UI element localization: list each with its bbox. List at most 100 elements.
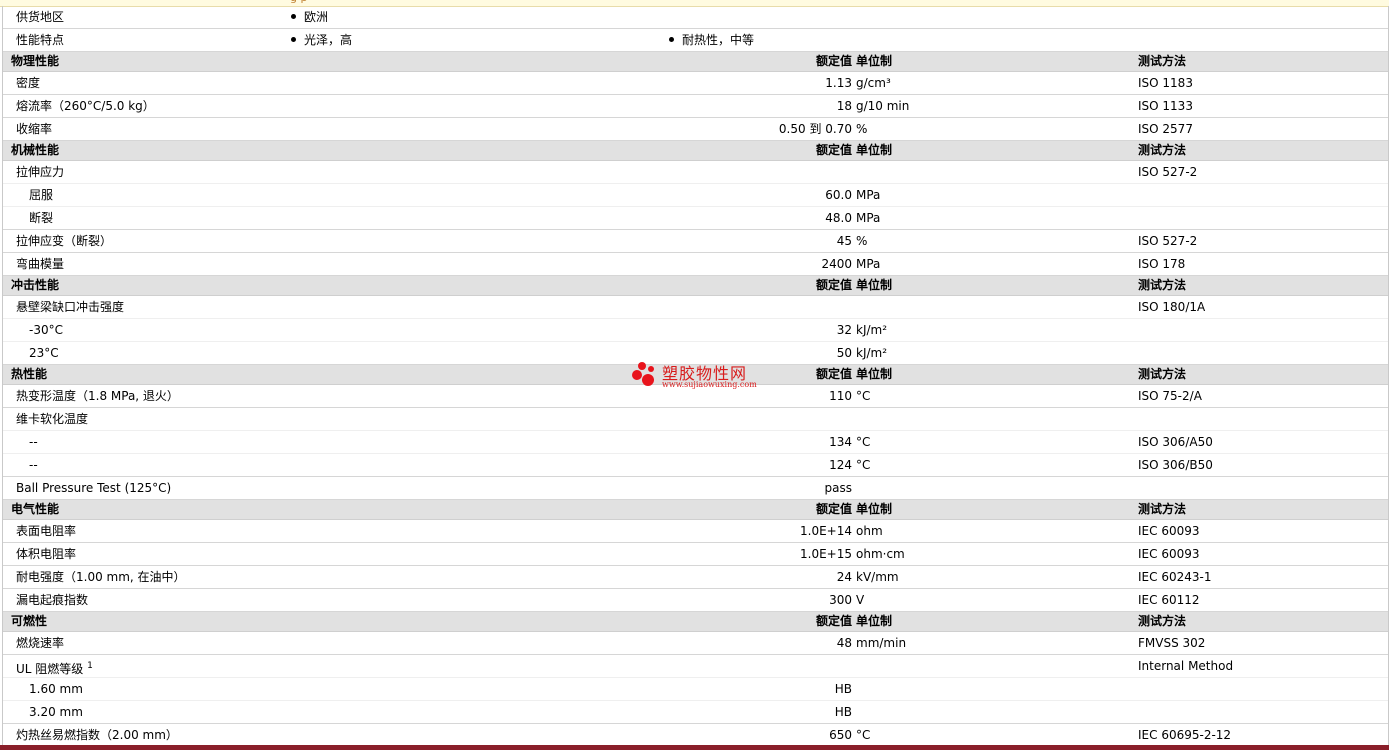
property-name: 表面电阻率 [16, 524, 77, 538]
property-unit: °C [856, 435, 871, 449]
header-unit: 单位制 [856, 278, 893, 292]
property-name: 热变形温度（1.8 MPa, 退火） [16, 389, 179, 403]
property-test: Internal Method [1138, 659, 1234, 673]
supply-region-label: 供货地区 [16, 10, 65, 24]
watermark-logo: 塑胶物性网 www.sujiaowuxing.com [632, 360, 762, 394]
section-header-flammability: 可燃性 额定值 单位制 测试方法 [3, 612, 1388, 632]
property-unit: kJ/m² [856, 323, 888, 337]
section-title: 电气性能 [11, 502, 60, 516]
section-header-mechanical: 机械性能 额定值 单位制 测试方法 [3, 141, 1388, 161]
property-name: 屈服 [29, 188, 54, 202]
header-test: 测试方法 [1138, 54, 1187, 68]
property-value: 2400 [821, 257, 852, 271]
property-test: IEC 60695-2-12 [1138, 728, 1232, 742]
property-row: 燃烧速率 48 mm/min FMVSS 302 [3, 632, 1388, 655]
property-test: ISO 75-2/A [1138, 389, 1202, 403]
property-row: 耐电强度（1.00 mm, 在油中） 24 kV/mm IEC 60243-1 [3, 566, 1388, 589]
property-value: 18 [836, 99, 852, 113]
section-title: 冲击性能 [11, 278, 60, 292]
property-test: ISO 527-2 [1138, 234, 1198, 248]
property-value: 32 [836, 323, 852, 337]
header-test: 测试方法 [1138, 614, 1187, 628]
property-test: ISO 180/1A [1138, 300, 1206, 314]
property-subrow: 断裂 48.0 MPa [3, 207, 1388, 230]
property-value: pass [824, 481, 852, 495]
property-value: 650 [829, 728, 852, 742]
property-unit: MPa [856, 188, 881, 202]
property-name: -- [29, 435, 38, 449]
property-value: 1.0E+14 [800, 524, 852, 538]
header-value: 额定值 [815, 614, 852, 628]
property-name: 熔流率（260°C/5.0 kg） [16, 99, 155, 113]
features-label: 性能特点 [16, 33, 65, 47]
header-unit: 单位制 [856, 502, 893, 516]
property-subrow: 3.20 mm HB [3, 701, 1388, 724]
property-unit: MPa [856, 257, 881, 271]
property-subrow: -30°C 32 kJ/m² [3, 319, 1388, 342]
property-value: 0.50 到 0.70 [778, 122, 852, 136]
property-test: ISO 527-2 [1138, 165, 1198, 179]
property-value: 134 [829, 435, 852, 449]
property-test: FMVSS 302 [1138, 636, 1206, 650]
bottom-bar [0, 745, 1389, 750]
property-row: 表面电阻率 1.0E+14 ohm IEC 60093 [3, 520, 1388, 543]
property-name: 耐电强度（1.00 mm, 在油中） [16, 570, 186, 584]
property-test: ISO 2577 [1138, 122, 1193, 136]
property-test: ISO 306/A50 [1138, 435, 1213, 449]
property-unit: ohm·cm [856, 547, 905, 561]
property-row: Ball Pressure Test (125°C) pass [3, 477, 1388, 500]
property-row: 维卡软化温度 [3, 408, 1388, 431]
property-name: 燃烧速率 [16, 636, 65, 650]
header-unit: 单位制 [856, 54, 893, 68]
property-name: 密度 [16, 76, 41, 90]
features-row: 性能特点 光泽，高 耐热性，中等 [3, 29, 1388, 52]
property-value: 48.0 [825, 211, 852, 225]
property-unit: kV/mm [856, 570, 899, 584]
section-title: 可燃性 [11, 614, 48, 628]
property-value: 24 [836, 570, 852, 584]
header-value: 额定值 [815, 54, 852, 68]
property-value: 45 [836, 234, 852, 248]
property-unit: °C [856, 728, 871, 742]
property-value: 300 [829, 593, 852, 607]
property-test: ISO 1133 [1138, 99, 1193, 113]
property-unit: g/cm³ [856, 76, 891, 90]
property-name: Ball Pressure Test (125°C) [16, 481, 172, 495]
property-name: 拉伸应变（断裂） [16, 234, 113, 248]
header-unit: 单位制 [856, 367, 893, 381]
header-value: 额定值 [815, 367, 852, 381]
property-row: 收缩率 0.50 到 0.70 % ISO 2577 [3, 118, 1388, 141]
property-subrow: -- 134 °C ISO 306/A50 [3, 431, 1388, 454]
property-name: 维卡软化温度 [16, 412, 89, 426]
header-unit: 单位制 [856, 143, 893, 157]
header-test: 测试方法 [1138, 502, 1187, 516]
property-name: 1.60 mm [29, 682, 83, 696]
supply-region-row: 供货地区 欧洲 [3, 6, 1388, 29]
feature-item: 耐热性，中等 [669, 29, 754, 51]
section-header-physical: 物理性能 额定值 单位制 测试方法 [3, 52, 1388, 72]
header-value: 额定值 [815, 278, 852, 292]
header-test: 测试方法 [1138, 143, 1187, 157]
property-row: 体积电阻率 1.0E+15 ohm·cm IEC 60093 [3, 543, 1388, 566]
property-row: 漏电起痕指数 300 V IEC 60112 [3, 589, 1388, 612]
property-unit: ohm [856, 524, 883, 538]
property-test: IEC 60093 [1138, 547, 1200, 561]
property-name: 体积电阻率 [16, 547, 77, 561]
header-unit: 单位制 [856, 614, 893, 628]
header-test: 测试方法 [1138, 367, 1187, 381]
property-test: ISO 306/B50 [1138, 458, 1213, 472]
property-test: ISO 1183 [1138, 76, 1193, 90]
property-value: 50 [836, 346, 852, 360]
property-value: 48 [836, 636, 852, 650]
property-unit: V [856, 593, 865, 607]
property-name: 悬壁梁缺口冲击强度 [16, 300, 125, 314]
property-row: 拉伸应变（断裂） 45 % ISO 527-2 [3, 230, 1388, 253]
property-unit: mm/min [856, 636, 907, 650]
property-name: 弯曲模量 [16, 257, 65, 271]
property-name: 灼热丝易燃指数（2.00 mm） [16, 728, 178, 742]
footnote-marker: 1 [87, 661, 93, 671]
property-unit: % [856, 234, 868, 248]
property-test: IEC 60243-1 [1138, 570, 1212, 584]
property-value: HB [834, 682, 852, 696]
property-row: 拉伸应力 ISO 527-2 [3, 161, 1388, 184]
